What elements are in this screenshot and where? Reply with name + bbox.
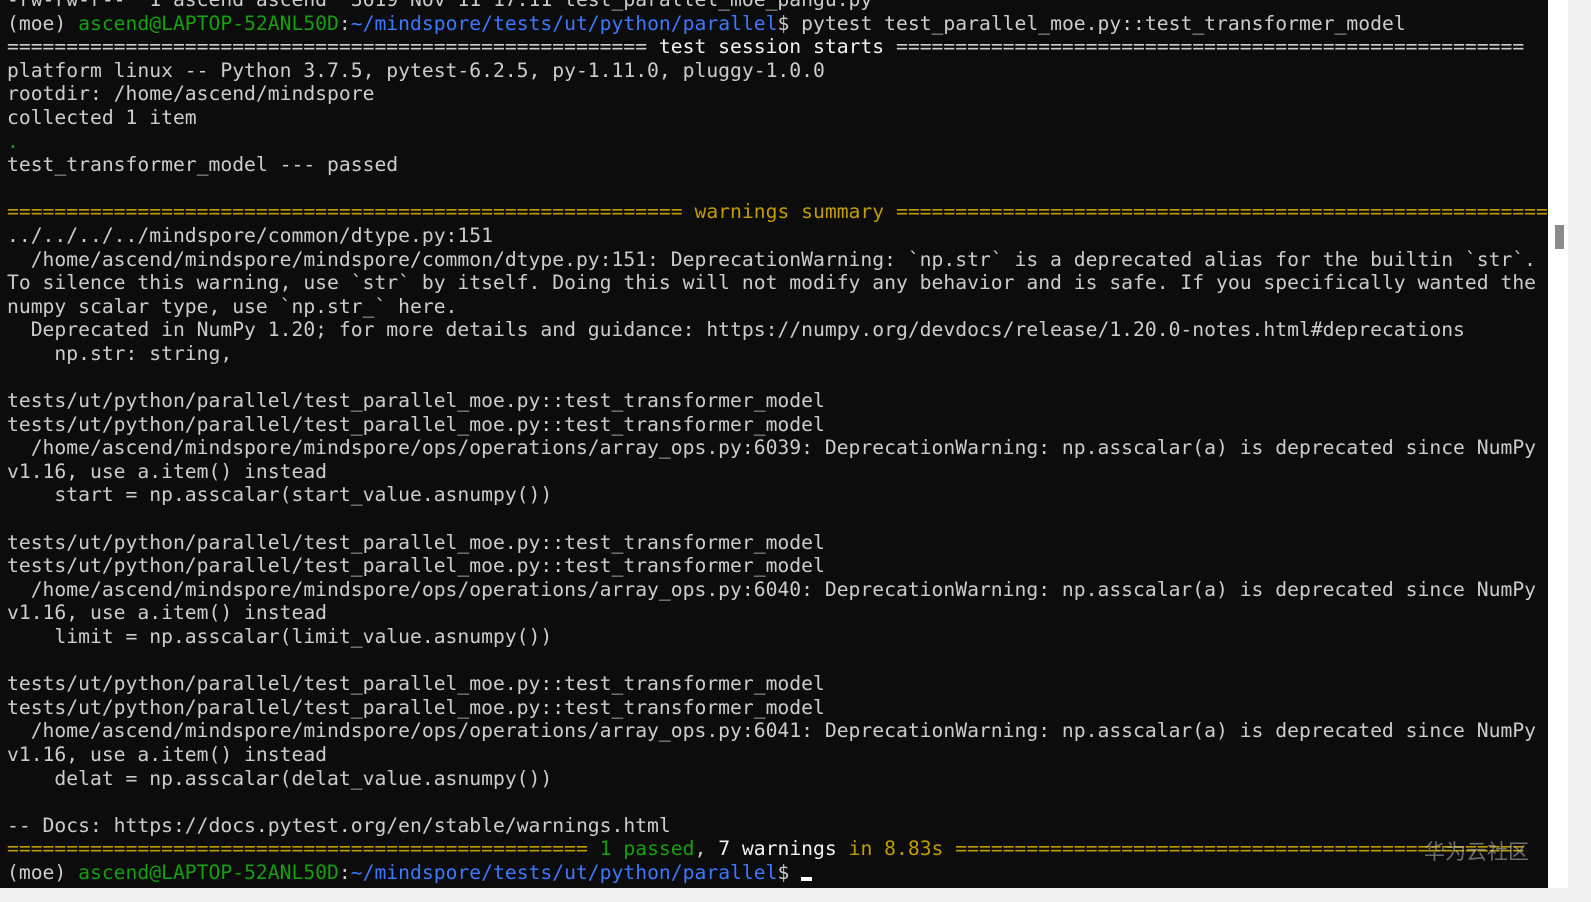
terminal-text-segment: :: [338, 860, 351, 884]
terminal-line: /home/ascend/mindspore/mindspore/ops/ope…: [7, 578, 1548, 602]
terminal-line: ../../../../mindspore/common/dtype.py:15…: [7, 224, 1548, 248]
terminal-text-segment: v1.16, use a.item() instead: [7, 601, 328, 625]
terminal-text-segment: 7 warnings: [718, 837, 837, 861]
terminal-line: /home/ascend/mindspore/mindspore/ops/ope…: [7, 719, 1548, 743]
terminal-text-segment: /home/ascend/mindspore/mindspore/ops/ope…: [7, 436, 1537, 460]
terminal-text-segment: numpy scalar type, use `np.str_` here.: [7, 294, 458, 318]
terminal-text-segment: collected 1 item: [7, 105, 197, 129]
terminal-line: ========================================…: [7, 35, 1548, 59]
terminal-text-segment: ascend@LAPTOP-52ANL50D: [78, 860, 339, 884]
terminal-text-segment: (moe): [7, 11, 79, 35]
terminal-line: numpy scalar type, use `np.str_` here.: [7, 295, 1548, 319]
terminal-text-segment: -- Docs: https://docs.pytest.org/en/stab…: [7, 813, 671, 837]
terminal-line: (moe) ascend@LAPTOP-52ANL50D:~/mindspore…: [7, 12, 1548, 36]
terminal-text-segment: (moe): [7, 860, 79, 884]
terminal-text-segment: /home/ascend/mindspore/mindspore/ops/ope…: [7, 719, 1537, 743]
terminal-line: test_transformer_model --- passed: [7, 153, 1548, 177]
terminal-text-segment: ========================================…: [7, 200, 695, 224]
terminal-cursor: [801, 876, 813, 881]
terminal-text-segment: ========================================…: [884, 35, 1525, 59]
terminal-text-segment: tests/ut/python/parallel/test_parallel_m…: [7, 530, 825, 554]
terminal-line: delat = np.asscalar(delat_value.asnumpy(…: [7, 767, 1548, 791]
terminal-text-segment: warnings summary: [694, 200, 885, 224]
terminal-text-segment: :: [338, 11, 351, 35]
terminal-text-segment: To silence this warning, use `str` by it…: [7, 271, 1537, 295]
terminal-text-segment: tests/ut/python/parallel/test_parallel_m…: [7, 695, 825, 719]
terminal-line: -rw-rw-r-- 1 ascend ascend 3619 Nov 11 1…: [7, 0, 1548, 12]
terminal-line: platform linux -- Python 3.7.5, pytest-6…: [7, 59, 1548, 83]
terminal-line: (moe) ascend@LAPTOP-52ANL50D:~/mindspore…: [7, 861, 1548, 885]
terminal-text-segment: np.str: string,: [7, 341, 233, 365]
terminal-text-segment: $ pytest test_parallel_moe.py::test_tran…: [777, 11, 1406, 35]
scrollbar-thumb[interactable]: [1555, 225, 1564, 249]
terminal-line: v1.16, use a.item() instead: [7, 601, 1548, 625]
terminal-text-segment: ,: [694, 837, 719, 861]
terminal-line: Deprecated in NumPy 1.20; for more detai…: [7, 318, 1548, 342]
terminal-line: -- Docs: https://docs.pytest.org/en/stab…: [7, 814, 1548, 838]
terminal-line: tests/ut/python/parallel/test_parallel_m…: [7, 554, 1548, 578]
vertical-scrollbar[interactable]: [1548, 0, 1568, 888]
terminal-text-segment: v1.16, use a.item() instead: [7, 743, 328, 766]
terminal-line: ========================================…: [7, 837, 1548, 861]
terminal-text-segment: ../../../../mindspore/common/dtype.py:15…: [7, 223, 493, 247]
terminal-line: collected 1 item: [7, 106, 1548, 130]
terminal-line: /home/ascend/mindspore/mindspore/common/…: [7, 248, 1548, 272]
terminal-text-segment: /home/ascend/mindspore/mindspore/common/…: [7, 247, 1537, 271]
terminal-text-segment: tests/ut/python/parallel/test_parallel_m…: [7, 554, 825, 578]
terminal-line: .: [7, 130, 1548, 154]
terminal-window[interactable]: -rw-rw-r-- 1 ascend ascend 3619 Nov 11 1…: [0, 0, 1548, 888]
terminal-text-segment: tests/ut/python/parallel/test_parallel_m…: [7, 672, 825, 696]
terminal-text-segment: tests/ut/python/parallel/test_parallel_m…: [7, 389, 825, 413]
terminal-text-segment: ~/mindspore/tests/ut/python/parallel: [350, 11, 778, 35]
terminal-text-segment: in 8.83s: [836, 837, 944, 861]
window-bottom-edge: [0, 888, 1591, 902]
terminal-text-segment: rootdir: /home/ascend/mindspore: [7, 82, 375, 106]
terminal-line: v1.16, use a.item() instead: [7, 743, 1548, 767]
terminal-line: limit = np.asscalar(limit_value.asnumpy(…: [7, 625, 1548, 649]
terminal-line: tests/ut/python/parallel/test_parallel_m…: [7, 696, 1548, 720]
terminal-line: ========================================…: [7, 200, 1548, 224]
terminal-text-segment: start = np.asscalar(start_value.asnumpy(…: [7, 483, 553, 507]
terminal-text-segment: Deprecated in NumPy 1.20; for more detai…: [7, 318, 1465, 342]
terminal-line: tests/ut/python/parallel/test_parallel_m…: [7, 389, 1548, 413]
terminal-text-segment: .: [7, 129, 19, 153]
terminal-line: To silence this warning, use `str` by it…: [7, 271, 1548, 295]
terminal-text-segment: limit = np.asscalar(limit_value.asnumpy(…: [7, 625, 553, 649]
terminal-text-segment: ========================================…: [7, 837, 600, 861]
terminal-line: v1.16, use a.item() instead: [7, 460, 1548, 484]
terminal-text-segment: ~/mindspore/tests/ut/python/parallel: [350, 860, 778, 884]
terminal-text-segment: tests/ut/python/parallel/test_parallel_m…: [7, 412, 825, 436]
terminal-line: tests/ut/python/parallel/test_parallel_m…: [7, 413, 1548, 437]
terminal-text-segment: -rw-rw-r-- 1 ascend ascend 3619 Nov 11 1…: [7, 0, 872, 11]
terminal-line: /home/ascend/mindspore/mindspore/ops/ope…: [7, 436, 1548, 460]
terminal-text-segment: ========================================…: [7, 35, 659, 59]
watermark-logo-text: 华为云社区: [1424, 840, 1529, 864]
terminal-line: tests/ut/python/parallel/test_parallel_m…: [7, 672, 1548, 696]
terminal-text-segment: /home/ascend/mindspore/mindspore/ops/ope…: [7, 577, 1537, 601]
terminal-line: tests/ut/python/parallel/test_parallel_m…: [7, 531, 1548, 555]
terminal-output[interactable]: -rw-rw-r-- 1 ascend ascend 3619 Nov 11 1…: [7, 0, 1548, 885]
terminal-line: rootdir: /home/ascend/mindspore: [7, 82, 1548, 106]
terminal-text-segment: $: [777, 860, 802, 884]
terminal-text-segment: ascend@LAPTOP-52ANL50D: [78, 11, 339, 35]
terminal-text-segment: 1 passed: [599, 837, 695, 861]
terminal-text-segment: v1.16, use a.item() instead: [7, 459, 328, 483]
terminal-text-segment: ========================================…: [884, 200, 1548, 224]
terminal-line: np.str: string,: [7, 342, 1548, 366]
terminal-text-segment: test_transformer_model --- passed: [7, 153, 399, 177]
terminal-text-segment: platform linux -- Python 3.7.5, pytest-6…: [7, 58, 825, 82]
terminal-text-segment: delat = np.asscalar(delat_value.asnumpy(…: [7, 766, 553, 790]
terminal-line: start = np.asscalar(start_value.asnumpy(…: [7, 483, 1548, 507]
terminal-text-segment: test session starts: [658, 35, 885, 59]
